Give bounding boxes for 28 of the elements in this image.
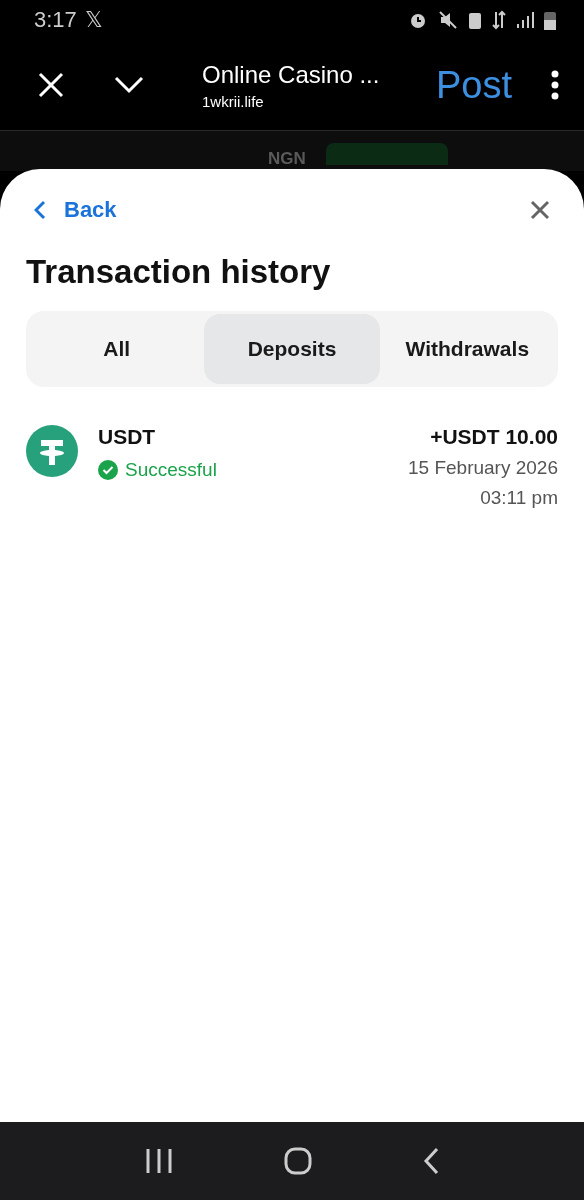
signal-icon xyxy=(516,11,534,29)
amount: +USDT 10.00 xyxy=(430,425,558,449)
filter-tab[interactable]: All xyxy=(29,314,205,384)
page-title: Online Casino ... xyxy=(202,60,381,89)
transaction-date: 15 February 2026 xyxy=(408,457,558,479)
chevron-down-icon[interactable] xyxy=(114,76,144,94)
recents-icon[interactable] xyxy=(145,1148,174,1174)
back-button[interactable]: Back xyxy=(34,197,117,223)
currency-name: USDT xyxy=(98,425,157,449)
battery-saver-icon xyxy=(468,10,482,30)
post-link[interactable]: Post xyxy=(435,63,512,107)
tether-icon xyxy=(26,425,78,477)
home-icon[interactable] xyxy=(284,1147,312,1175)
notification-icon: 𝕏 xyxy=(84,7,103,33)
back-icon[interactable] xyxy=(422,1147,439,1175)
more-icon[interactable] xyxy=(550,70,560,100)
sheet-title: Transaction history xyxy=(26,253,332,291)
page-url: 1wkrii.life xyxy=(202,92,265,110)
currency-selector: NGN xyxy=(268,149,306,169)
status-text: Successful xyxy=(125,459,217,481)
filter-tab[interactable]: Withdrawals xyxy=(379,314,555,384)
mute-icon xyxy=(438,10,458,30)
transaction-time: 03:11 pm xyxy=(480,487,558,509)
battery-icon xyxy=(544,10,556,30)
status-time: 3:17 xyxy=(34,7,77,33)
data-icon xyxy=(492,10,506,30)
filter-tab[interactable]: Deposits xyxy=(204,314,380,384)
chevron-left-icon xyxy=(34,200,46,220)
